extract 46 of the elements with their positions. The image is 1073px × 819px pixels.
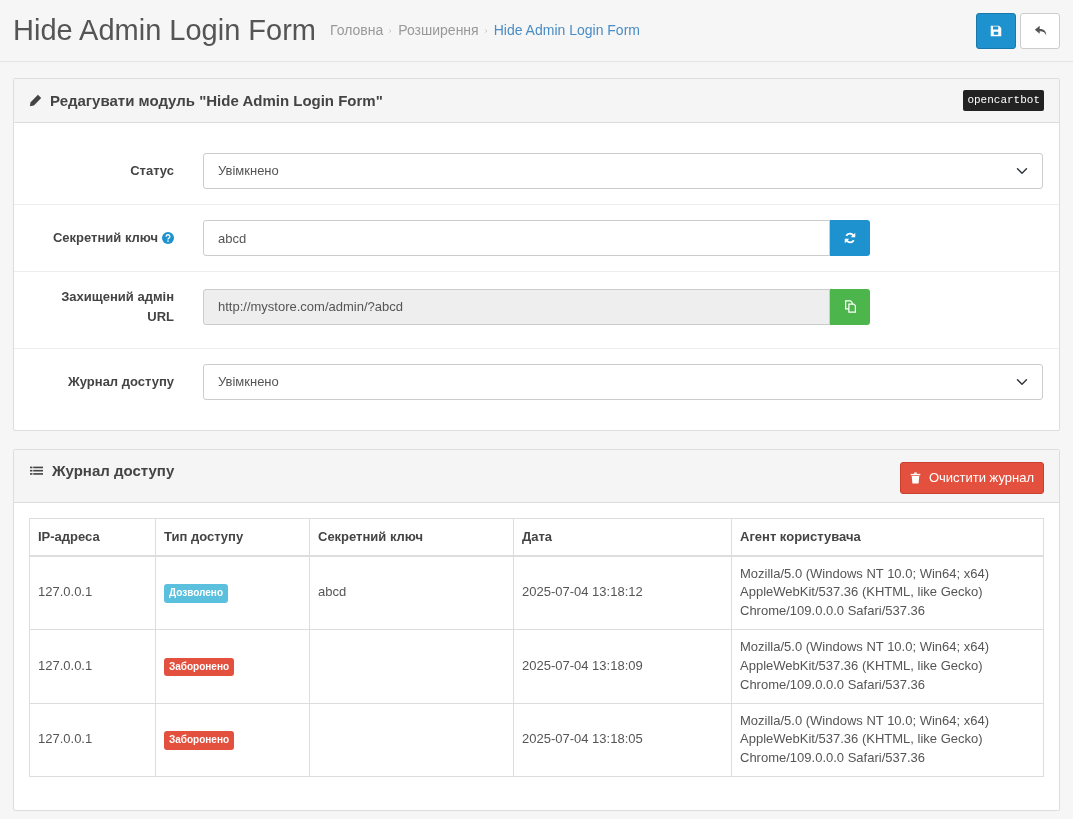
input-field[interactable]: abcd (203, 220, 830, 256)
pencil-icon (29, 94, 42, 107)
access-type-tag: Заборонено (164, 657, 235, 677)
copy-button[interactable] (830, 288, 870, 325)
column-header: Дата (513, 518, 732, 556)
chevron-icon (483, 26, 489, 35)
table-cell: 2025-07-04 13:18:09 (513, 629, 732, 704)
help-icon (162, 232, 174, 244)
access-type-tag: Дозволено (164, 584, 228, 603)
table-cell: Mozilla/5.0 (Windows NT 10.0; Win64; x64) AppleWebKit/537.36 (KHTML, like Gecko) Chrome/109.0.0.0 Safari/537.36 (731, 703, 1044, 777)
copy-icon (843, 300, 857, 313)
reply-arrow-icon (1033, 24, 1047, 37)
brand-tag: opencartbot (963, 90, 1044, 111)
panel-title: Редагувати модуль "Hide Admin Login Form" (50, 91, 383, 110)
table-cell: 127.0.0.1 (29, 555, 156, 630)
column-header: Агент користувача (731, 518, 1044, 556)
table-cell: 2025-07-04 13:18:05 (513, 703, 732, 777)
save-button[interactable] (976, 12, 1016, 49)
access-type-tag: Заборонено (164, 731, 235, 750)
url-field[interactable]: http://mystore.com/admin/?abcd (203, 288, 830, 325)
field-label: Захищений адмін URL (60, 288, 174, 326)
field-label: Журнал доступу (68, 373, 174, 392)
table-cell: abcd (309, 555, 514, 630)
dropdown-select[interactable]: Увімкнено (203, 364, 1043, 400)
save-icon (990, 24, 1002, 37)
table-cell: 127.0.0.1 (29, 629, 156, 704)
field-label: Секретний ключ (53, 229, 158, 248)
trash-icon (909, 471, 921, 484)
dropdown-select[interactable]: Увімкнено (203, 153, 1043, 189)
refresh-button[interactable] (830, 220, 870, 256)
clear-log-button[interactable]: Очистити журнал (899, 462, 1044, 494)
panel-title: Журнал доступу (52, 462, 175, 480)
breadcrumb-link[interactable]: Hide Admin Login Form (493, 20, 640, 41)
table-cell: Mozilla/5.0 (Windows NT 10.0; Win64; x64) AppleWebKit/537.36 (KHTML, like Gecko) Chrome/109.0.0.0 Safari/537.36 (731, 629, 1044, 704)
page-title: Hide Admin Login Form (13, 13, 317, 48)
column-header: Секретний ключ (309, 518, 514, 556)
column-header: IP-адреса (29, 518, 156, 556)
field-label: Статус (130, 162, 174, 181)
list-icon (29, 464, 44, 478)
table-cell: 2025-07-04 13:18:12 (513, 555, 732, 630)
refresh-icon (844, 232, 856, 244)
table-cell: Mozilla/5.0 (Windows NT 10.0; Win64; x64) AppleWebKit/537.36 (KHTML, like Gecko) Chrome/109.0.0.0 Safari/537.36 (731, 555, 1044, 630)
column-header: Тип доступу (155, 518, 310, 556)
back-button[interactable] (1020, 12, 1060, 49)
table-cell: 127.0.0.1 (29, 703, 156, 777)
chevron-icon (388, 26, 394, 35)
